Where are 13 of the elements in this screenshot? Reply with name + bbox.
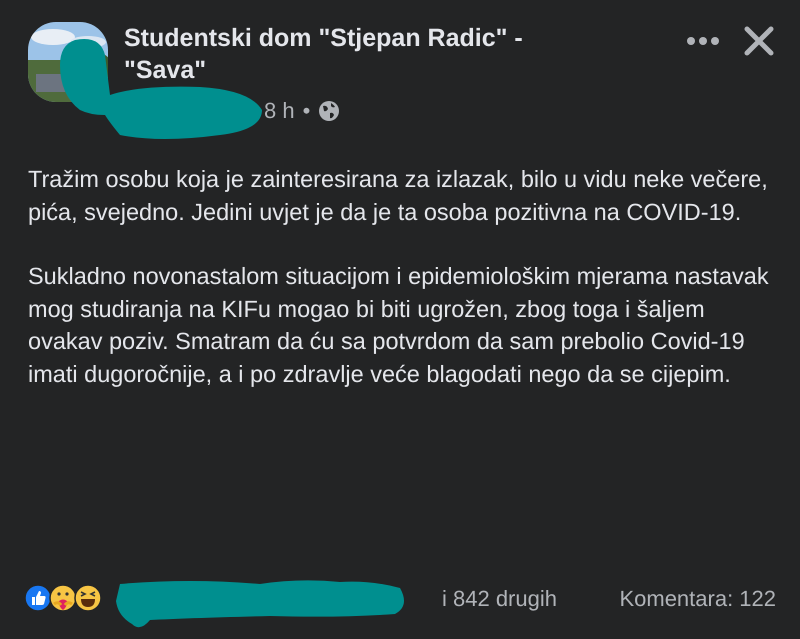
- globe-icon: [318, 100, 340, 122]
- post-paragraph: Sukladno novonastalom situacijom i epidemiološkim mjerama nastavak mog studiranja na KIFu mogao bi biti ugrožen, zbog toga i šaljem ovakav poziv. Smatram da ću sa potvrdom da sam prebolio Covid-19 imati dugoročnije, a i po zdravlje veće blagodati nego da se cijepim.: [28, 262, 770, 389]
- comments-count[interactable]: Komentara: 122: [619, 582, 776, 614]
- post-paragraph: Tražim osobu koja je zainteresirana za izlazak, bilo u vidu neke večere, pića, svejedno. Jedini uvjet je da je ta osoba pozitivna na COVID-19.: [28, 165, 769, 227]
- haha-reaction-icon: [74, 584, 102, 612]
- post-time[interactable]: 8 h: [264, 94, 295, 127]
- page-name[interactable]: Studentski dom "Stjepan Radic" - "Sava": [124, 22, 604, 86]
- separator: •: [302, 97, 310, 125]
- more-icon[interactable]: [686, 36, 720, 46]
- care-reaction-icon: [49, 584, 77, 612]
- close-icon[interactable]: [744, 26, 774, 56]
- like-reaction-icon: [24, 584, 52, 612]
- reactions-count[interactable]: i 842 drugih: [442, 582, 557, 614]
